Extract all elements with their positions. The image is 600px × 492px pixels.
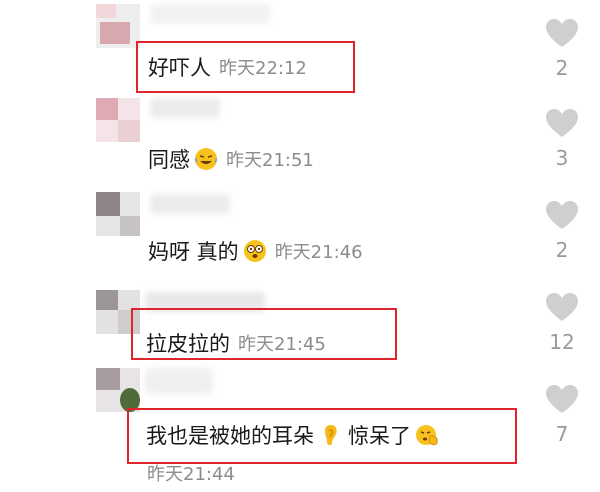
username-blurred[interactable] (150, 194, 230, 214)
like-button[interactable]: 12 (540, 292, 584, 354)
comment-item[interactable]: 同感 昨天21:51 3 (0, 92, 600, 184)
highlight-box (136, 41, 355, 93)
like-count: 2 (555, 238, 569, 262)
comment-time: 昨天21:46 (274, 242, 363, 263)
highlight-box (127, 408, 517, 464)
comment-text: 妈呀 真的 (148, 240, 239, 264)
comment-text-line: 妈呀 真的 昨天21:46 (148, 236, 363, 266)
like-button[interactable]: 7 (540, 384, 584, 446)
like-count: 3 (555, 146, 569, 170)
avatar[interactable] (96, 4, 140, 48)
heart-icon (546, 293, 578, 321)
comment-text: 同感 (148, 148, 190, 172)
username-blurred[interactable] (150, 98, 220, 118)
avatar[interactable] (96, 98, 140, 142)
heart-icon (546, 201, 578, 229)
username-blurred[interactable] (150, 4, 270, 24)
comment-text-line: 同感 昨天21:51 (148, 144, 314, 174)
heart-icon (546, 385, 578, 413)
like-button[interactable]: 2 (540, 200, 584, 262)
like-button[interactable]: 3 (540, 108, 584, 170)
laughing-crying-emoji (195, 148, 217, 170)
comment-item[interactable]: 妈呀 真的 昨天21:46 2 (0, 184, 600, 276)
heart-icon (546, 19, 578, 47)
comment-item[interactable]: 拉皮拉的 昨天21:45 12 (0, 276, 600, 368)
comment-time: 昨天21:44 (147, 464, 235, 485)
highlight-box (131, 308, 397, 360)
like-count: 2 (555, 56, 569, 80)
like-button[interactable]: 2 (540, 18, 584, 80)
avatar[interactable] (96, 192, 140, 236)
username-blurred[interactable] (145, 368, 213, 394)
comment-item[interactable]: 我也是被她的耳朵 惊呆了 昨天21:44 7 (0, 368, 600, 492)
comment-item[interactable]: 好吓人 昨天22:12 2 (0, 0, 600, 93)
like-count: 7 (555, 422, 569, 446)
like-count: 12 (549, 330, 575, 354)
avatar[interactable] (96, 368, 140, 412)
comment-time: 昨天21:51 (226, 150, 314, 171)
heart-icon (546, 109, 578, 137)
shocked-emoji (243, 240, 266, 262)
